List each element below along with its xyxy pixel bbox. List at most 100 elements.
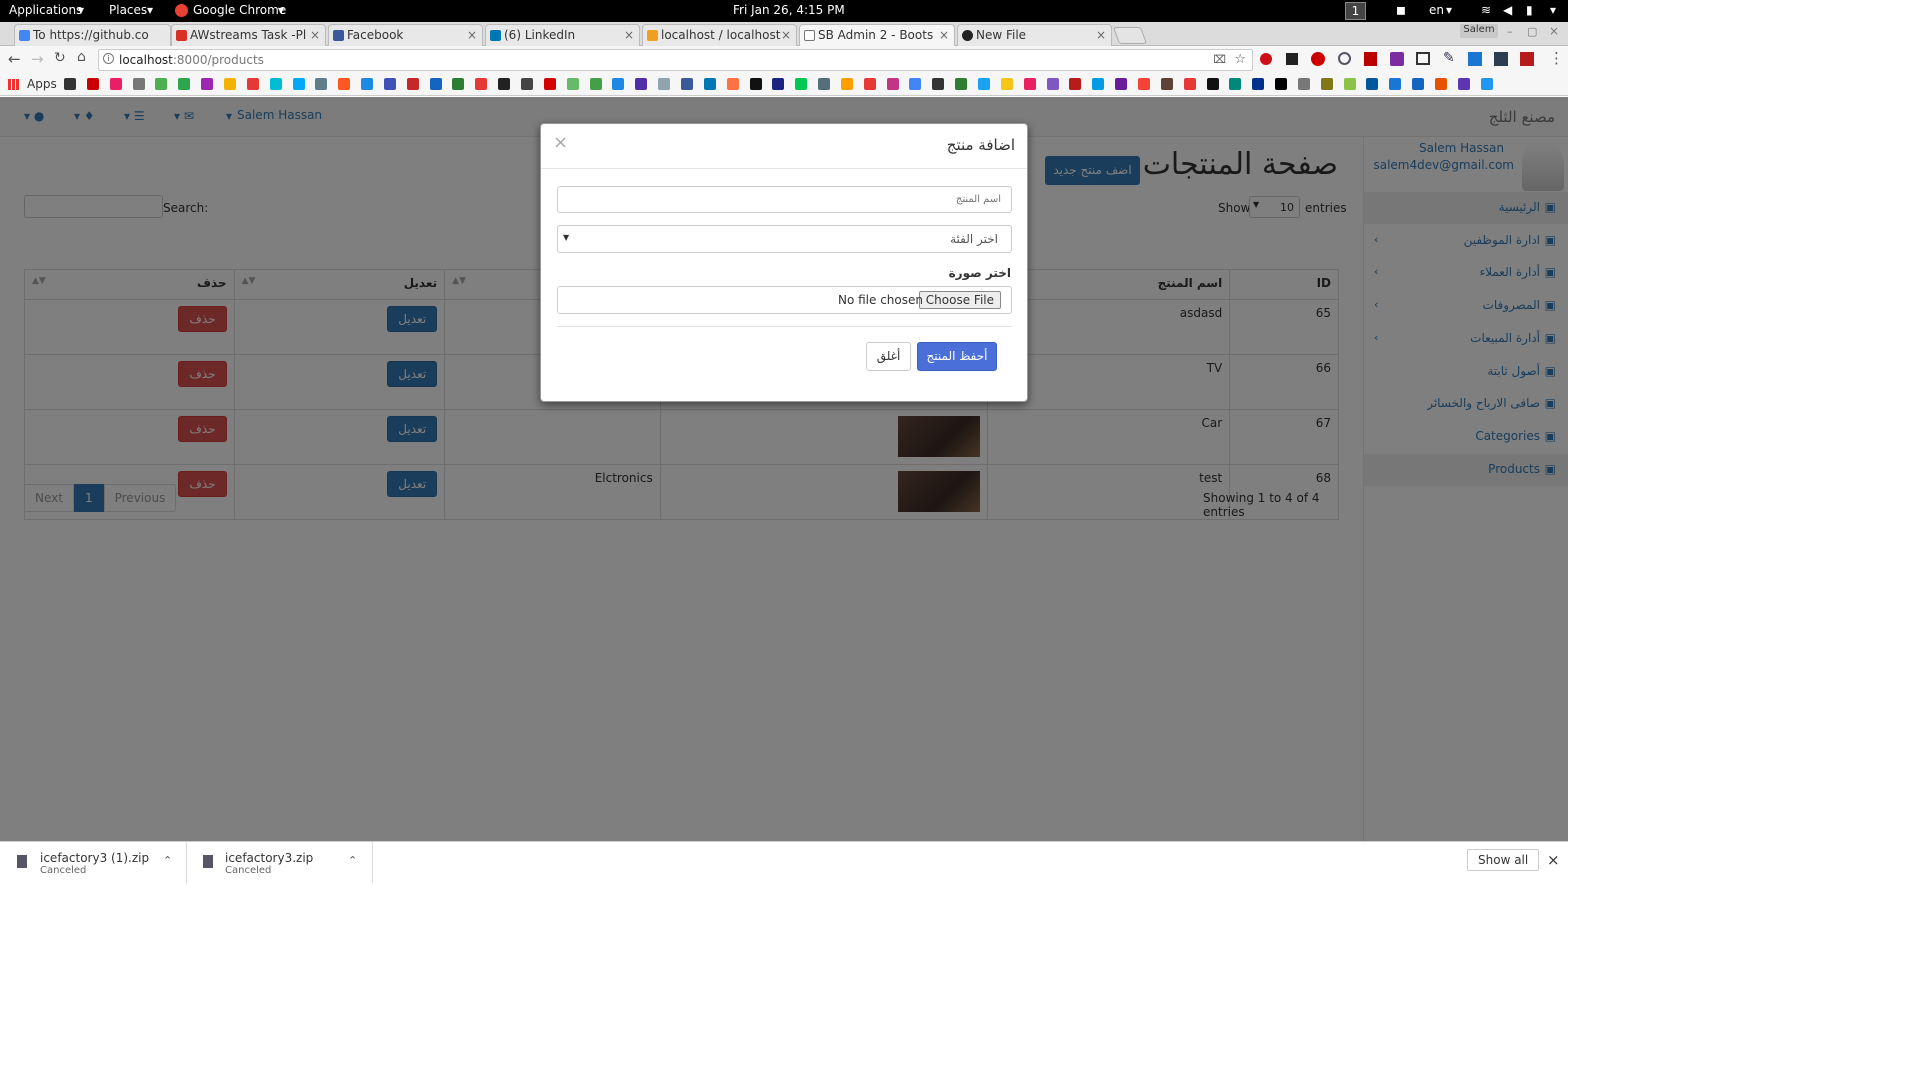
profile-button[interactable]: Salem bbox=[1460, 24, 1498, 38]
omnibox[interactable]: i localhost:8000/products ⌧ ☆ bbox=[98, 49, 1253, 71]
bookmark-favicon-icon[interactable] bbox=[1320, 78, 1333, 90]
bookmark-favicon-icon[interactable] bbox=[86, 78, 99, 90]
block-icon[interactable] bbox=[1338, 52, 1351, 65]
bookmark-favicon-icon[interactable] bbox=[886, 78, 899, 90]
opera-extension-icon[interactable] bbox=[1260, 53, 1272, 65]
tab-close-icon[interactable]: × bbox=[624, 28, 634, 42]
bookmark-favicon-icon[interactable] bbox=[429, 78, 442, 90]
browser-menu[interactable]: Google Chrome bbox=[193, 3, 286, 17]
bookmark-favicon-icon[interactable] bbox=[155, 78, 168, 90]
tab-sb-admin[interactable]: SB Admin 2 - Boots × bbox=[799, 24, 955, 46]
product-name-input[interactable] bbox=[557, 186, 1012, 213]
volume-icon[interactable]: ◀ bbox=[1503, 3, 1512, 17]
bookmark-favicon-icon[interactable] bbox=[406, 78, 419, 90]
bookmark-favicon-icon[interactable] bbox=[1389, 78, 1402, 90]
bookmark-favicon-icon[interactable] bbox=[1480, 78, 1493, 90]
tab-close-icon[interactable]: × bbox=[310, 28, 320, 42]
bookmark-favicon-icon[interactable] bbox=[223, 78, 236, 90]
bookmark-favicon-icon[interactable] bbox=[612, 78, 625, 90]
bookmark-favicon-icon[interactable] bbox=[1183, 78, 1196, 90]
bookmark-favicon-icon[interactable] bbox=[452, 78, 465, 90]
chevron-up-icon[interactable]: ⌃ bbox=[348, 854, 357, 867]
extension-s-icon[interactable] bbox=[1468, 52, 1482, 66]
choose-file-button[interactable]: Choose File bbox=[918, 291, 1001, 309]
bookmark-favicon-icon[interactable] bbox=[1457, 78, 1470, 90]
tab-close-icon[interactable]: × bbox=[939, 28, 949, 42]
language-menu[interactable]: en bbox=[1429, 3, 1444, 17]
bookmark-favicon-icon[interactable] bbox=[1412, 78, 1425, 90]
tab-close-icon[interactable]: × bbox=[781, 28, 791, 42]
window-close-icon[interactable]: × bbox=[1549, 24, 1559, 38]
screenshot-icon[interactable] bbox=[1416, 52, 1430, 65]
back-icon[interactable]: ← bbox=[8, 50, 21, 68]
close-modal-button[interactable]: أغلق bbox=[866, 342, 911, 371]
bookmark-star-icon[interactable]: ☆ bbox=[1234, 52, 1246, 67]
places-menu[interactable]: Places bbox=[109, 3, 147, 17]
eyedropper-icon[interactable]: ✎ bbox=[1443, 50, 1455, 66]
tab-close-icon[interactable]: × bbox=[1096, 28, 1106, 42]
bookmark-favicon-icon[interactable] bbox=[1275, 78, 1288, 90]
bookmark-favicon-icon[interactable] bbox=[246, 78, 259, 90]
bookmark-favicon-icon[interactable] bbox=[1069, 78, 1082, 90]
extension-dark-icon[interactable] bbox=[1494, 52, 1508, 66]
bookmark-favicon-icon[interactable] bbox=[1252, 78, 1265, 90]
bookmark-favicon-icon[interactable] bbox=[1023, 78, 1036, 90]
bookmark-favicon-icon[interactable] bbox=[978, 78, 990, 90]
tab-linkedin[interactable]: (6) LinkedIn × bbox=[485, 24, 640, 46]
minimize-icon[interactable]: – bbox=[1507, 25, 1513, 38]
bookmark-favicon-icon[interactable] bbox=[383, 78, 396, 90]
tab-awstreams[interactable]: AWstreams Task -Pl × bbox=[171, 24, 326, 46]
bookmark-favicon-icon[interactable] bbox=[1046, 78, 1059, 90]
bookmark-favicon-icon[interactable] bbox=[1115, 78, 1128, 90]
bookmark-favicon-icon[interactable] bbox=[749, 78, 762, 90]
modal-close-icon[interactable]: × bbox=[553, 132, 568, 153]
tab-close-icon[interactable]: × bbox=[467, 28, 477, 42]
home-icon[interactable]: ⌂ bbox=[77, 49, 86, 65]
bookmark-favicon-icon[interactable] bbox=[840, 78, 853, 90]
bookmark-favicon-icon[interactable] bbox=[109, 78, 122, 90]
system-menu-arrow-icon[interactable]: ▾ bbox=[1550, 3, 1556, 17]
maximize-icon[interactable]: ▢ bbox=[1527, 25, 1537, 38]
bookmark-favicon-icon[interactable] bbox=[680, 78, 693, 90]
reload-icon[interactable]: ↻ bbox=[54, 50, 66, 66]
bookmark-favicon-icon[interactable] bbox=[1229, 78, 1242, 90]
camera-icon[interactable]: ◼ bbox=[1396, 3, 1406, 17]
extension-icon[interactable] bbox=[1286, 53, 1298, 65]
applications-menu[interactable]: Applications bbox=[9, 3, 82, 17]
bookmark-favicon-icon[interactable] bbox=[521, 78, 533, 90]
bookmark-favicon-icon[interactable] bbox=[1092, 78, 1105, 90]
tab-phpmyadmin[interactable]: localhost / localhost × bbox=[642, 24, 797, 46]
bookmark-favicon-icon[interactable] bbox=[498, 78, 511, 90]
bookmark-favicon-icon[interactable] bbox=[1297, 78, 1310, 90]
tab-github[interactable]: To https://github.co bbox=[14, 24, 171, 46]
tab-facebook[interactable]: Facebook × bbox=[328, 24, 483, 46]
bookmark-favicon-icon[interactable] bbox=[818, 78, 831, 90]
bookmark-favicon-icon[interactable] bbox=[1000, 78, 1013, 90]
bookmark-favicon-icon[interactable] bbox=[658, 78, 671, 90]
bookmark-favicon-icon[interactable] bbox=[566, 78, 579, 90]
new-tab-button[interactable] bbox=[1112, 27, 1148, 44]
bookmark-favicon-icon[interactable] bbox=[475, 78, 488, 90]
bookmark-favicon-icon[interactable] bbox=[543, 78, 556, 90]
bookmark-favicon-icon[interactable] bbox=[635, 78, 648, 90]
chevron-up-icon[interactable]: ⌃ bbox=[163, 854, 172, 867]
clock[interactable]: Fri Jan 26, 4:15 PM bbox=[733, 3, 845, 17]
extension-w-icon[interactable] bbox=[1520, 52, 1534, 66]
ublock-icon[interactable] bbox=[1364, 52, 1377, 66]
bookmark-favicon-icon[interactable] bbox=[315, 78, 328, 90]
bookmark-favicon-icon[interactable] bbox=[1206, 78, 1219, 90]
workspace-indicator[interactable]: 1 bbox=[1345, 2, 1366, 20]
bookmark-favicon-icon[interactable] bbox=[932, 78, 945, 90]
bookmark-favicon-icon[interactable] bbox=[955, 78, 968, 90]
download-item[interactable]: icefactory3.zip Canceled ⌃ bbox=[187, 842, 373, 883]
forward-icon[interactable]: → bbox=[31, 50, 44, 68]
bookmark-favicon-icon[interactable] bbox=[1366, 78, 1379, 90]
bookmark-favicon-icon[interactable] bbox=[1160, 78, 1173, 90]
bootstrap-icon[interactable] bbox=[1390, 52, 1404, 66]
bookmark-favicon-icon[interactable] bbox=[361, 78, 374, 90]
battery-icon[interactable]: ▮ bbox=[1526, 3, 1533, 17]
bookmark-favicon-icon[interactable] bbox=[1137, 78, 1150, 90]
bookmark-favicon-icon[interactable] bbox=[1343, 78, 1356, 90]
bookmark-favicon-icon[interactable] bbox=[703, 78, 716, 90]
bookmark-favicon-icon[interactable] bbox=[909, 78, 922, 90]
